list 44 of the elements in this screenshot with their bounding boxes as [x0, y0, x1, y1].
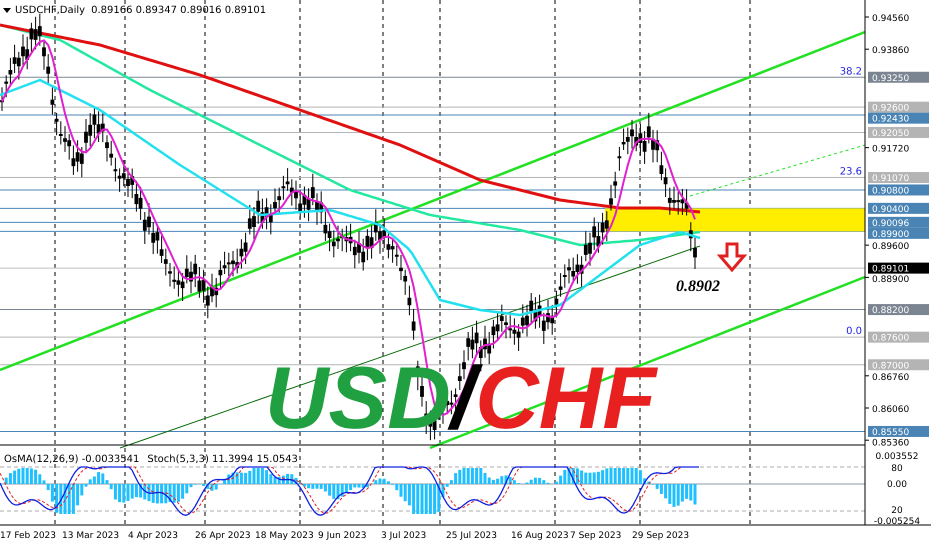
indicator-label: OsMA(12,26,9) -0.0033541 Stoch(5,3,3) 11.3994 15.0543	[4, 454, 298, 465]
price-level-label: 0.87000	[872, 361, 910, 372]
price-level-label: 0.88200	[872, 306, 910, 316]
fibonacci-label: 23.6	[840, 166, 862, 178]
date-axis-label: 29 Sep 2023	[632, 531, 690, 541]
price-level-label: 0.89900	[872, 230, 910, 240]
price-axis-label: 0.86060	[872, 405, 910, 415]
price-level-label: 0.91070	[872, 174, 910, 184]
price-annotation: 0.8902	[676, 278, 720, 295]
price-axis-label: 0.89600	[872, 242, 910, 252]
price-level-label: 0.85550	[872, 428, 910, 438]
date-axis-label: 13 Mar 2023	[62, 531, 120, 541]
price-level-label: 0.92600	[872, 104, 910, 114]
indicator-axis-label: 80	[891, 464, 903, 474]
indicator-axis-label: 0.00	[886, 480, 908, 490]
indicator-axis-label: 0.003552	[876, 452, 918, 462]
price-level-label: 0.90096	[872, 218, 910, 229]
date-axis-label: 18 May 2023	[255, 531, 314, 541]
price-axis-label: 0.85360	[872, 438, 910, 448]
date-axis-label: 4 Apr 2023	[128, 531, 178, 541]
date-axis-label: 7 Sep 2023	[570, 531, 622, 541]
price-axis-label: 0.88900	[872, 275, 910, 286]
price-level-label: 0.90400	[872, 204, 910, 215]
date-axis-label: 3 Jul 2023	[381, 531, 426, 541]
price-level-label: 0.89101	[872, 264, 910, 275]
symbol-header: USDCHF,Daily 0.89166 0.89347 0.89016 0.89101	[15, 5, 266, 16]
price-level-label: 0.92430	[872, 114, 910, 125]
price-axis-label: 0.86760	[872, 372, 910, 383]
date-axis-label: 9 Jun 2023	[318, 531, 366, 541]
price-level-label: 0.90800	[872, 186, 910, 196]
indicator-axis-label: -0.005254	[874, 517, 920, 527]
price-level-label: 0.93250	[872, 74, 910, 84]
price-level-label: 0.87600	[872, 334, 910, 344]
price-axis-label: 0.93860	[872, 46, 910, 56]
fibonacci-label: 38.2	[840, 66, 862, 78]
indicator-axis-label: 20	[891, 506, 903, 516]
price-axis-label: 0.94560	[872, 14, 910, 24]
date-axis-label: 17 Feb 2023	[0, 531, 56, 541]
price-level-label: 0.92050	[872, 128, 910, 139]
date-axis-label: 26 Apr 2023	[195, 531, 251, 541]
fibonacci-label: 0.0	[846, 326, 862, 338]
price-axis-label: 0.91720	[872, 144, 910, 155]
date-axis-label: 25 Jul 2023	[446, 531, 497, 541]
date-axis-label: 16 Aug 2023	[511, 531, 569, 541]
